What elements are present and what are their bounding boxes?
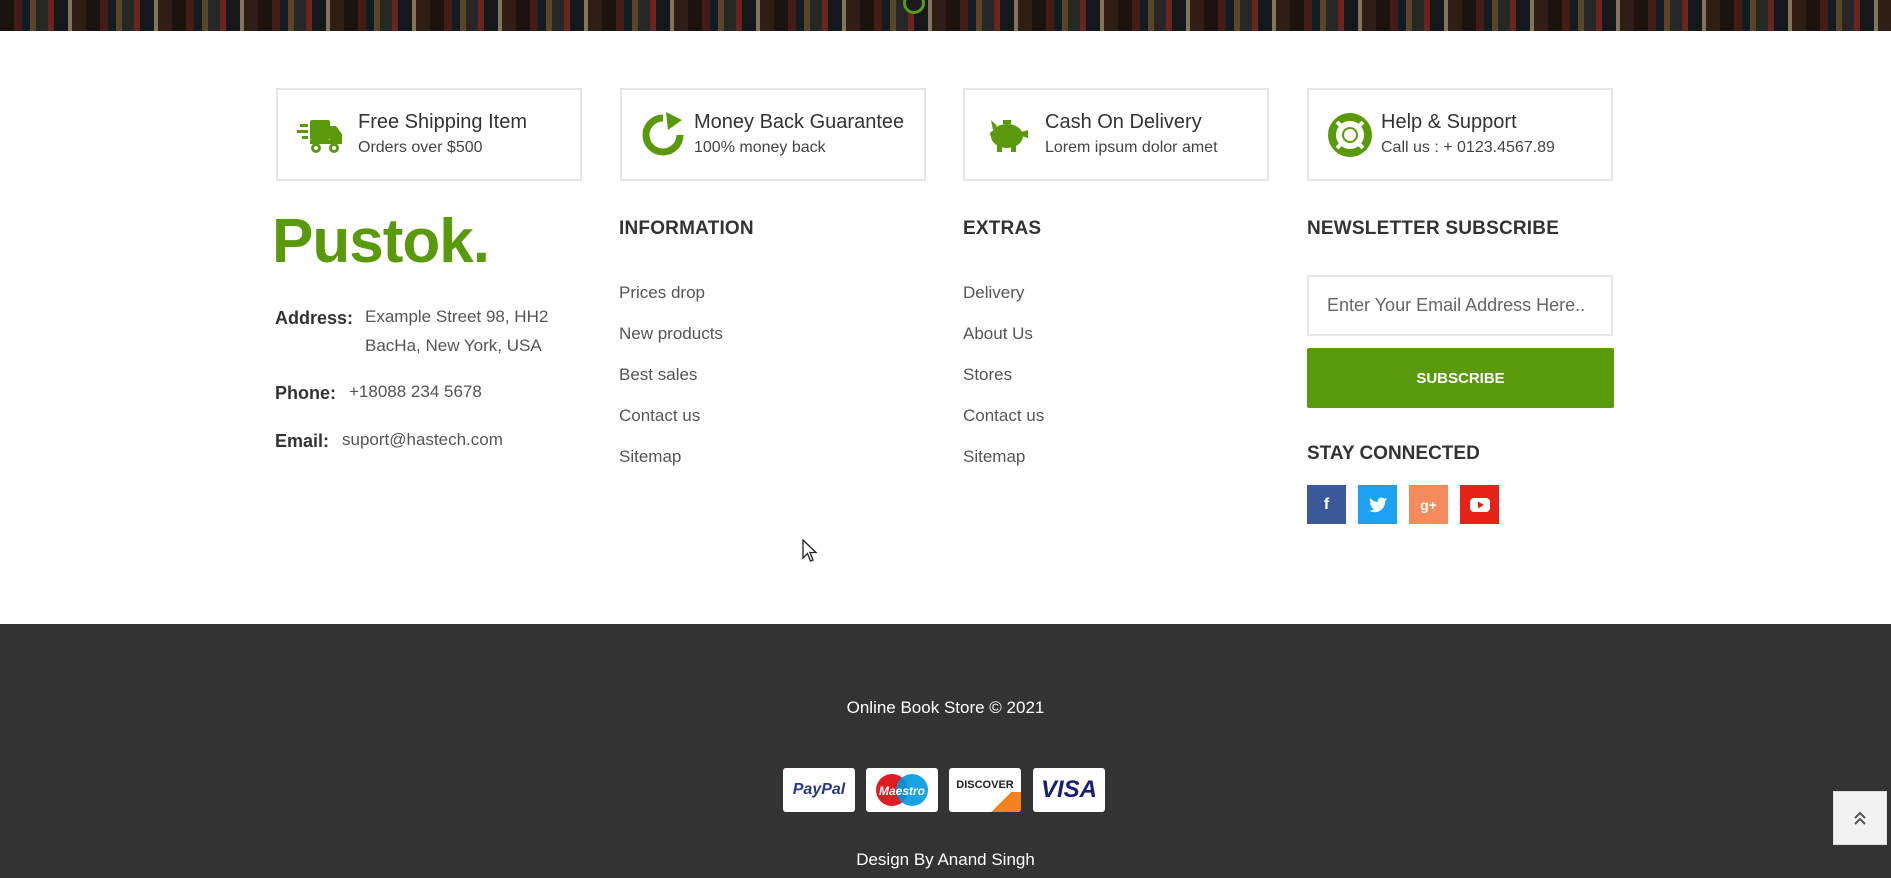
feature-title: Cash On Delivery	[1045, 111, 1202, 133]
information-links: Prices drop New products Best sales Cont…	[619, 283, 723, 488]
link-sitemap[interactable]: Sitemap	[619, 447, 723, 488]
newsletter-heading: NEWSLETTER SUBSCRIBE	[1307, 218, 1560, 239]
mouse-cursor-icon	[802, 539, 818, 562]
scroll-to-top-button[interactable]	[1833, 791, 1887, 845]
link-about-us[interactable]: About Us	[963, 324, 1044, 365]
double-chevron-up-icon	[1854, 811, 1866, 825]
stay-connected-heading: STAY CONNECTED	[1307, 443, 1480, 464]
email-value[interactable]: suport@hastech.com	[342, 425, 503, 454]
feature-money-back: Money Back Guarantee 100% money back	[620, 88, 926, 181]
phone-value: +18088 234 5678	[349, 382, 482, 401]
design-credit: Design By Anand Singh	[856, 850, 1035, 869]
address-label: Address:	[275, 308, 354, 328]
feature-title: Help & Support	[1381, 111, 1517, 133]
site-logo[interactable]: Pustok.	[272, 206, 490, 277]
google-plus-icon[interactable]: g+	[1409, 485, 1448, 524]
feature-subtitle: Call us : + 0123.4567.89	[1381, 139, 1555, 156]
phone-label: Phone:	[275, 383, 336, 403]
feature-free-shipping: Free Shipping Item Orders over $500	[276, 88, 582, 181]
subscribe-button[interactable]: SUBSCRIBE	[1307, 348, 1614, 408]
maestro-logo: Maestro	[866, 768, 938, 812]
discover-text: DISCOVER	[956, 779, 1014, 791]
twitter-icon[interactable]	[1358, 485, 1397, 524]
extras-heading: EXTRAS	[963, 218, 1042, 239]
visa-logo: VISA	[1033, 768, 1105, 812]
copyright-text: Online Book Store © 2021	[846, 698, 1045, 717]
hero-banner-strip	[0, 0, 1891, 31]
link-sitemap[interactable]: Sitemap	[963, 447, 1044, 488]
feature-title: Money Back Guarantee	[694, 111, 905, 133]
link-best-sales[interactable]: Best sales	[619, 365, 723, 406]
feature-subtitle: 100% money back	[694, 139, 826, 156]
link-contact-us[interactable]: Contact us	[963, 406, 1044, 447]
feature-help-support: Help & Support Call us : + 0123.4567.89	[1307, 88, 1613, 181]
address-line-1: Example Street 98, HH2	[365, 307, 549, 326]
link-contact-us[interactable]: Contact us	[619, 406, 723, 447]
newsletter-email-input[interactable]	[1307, 275, 1613, 336]
address-line-2: BacHa, New York, USA	[365, 336, 542, 355]
paypal-text: PayPal	[792, 781, 846, 798]
feature-subtitle: Lorem ipsum dolor amet	[1045, 139, 1218, 156]
visa-text: VISA	[1040, 776, 1097, 803]
hero-overlay	[0, 0, 1891, 31]
facebook-icon[interactable]: f	[1307, 485, 1346, 524]
paypal-logo: PayPal	[783, 768, 855, 812]
link-prices-drop[interactable]: Prices drop	[619, 283, 723, 324]
lifebuoy-icon	[1328, 113, 1372, 157]
extras-links: Delivery About Us Stores Contact us Site…	[963, 283, 1044, 488]
footer-bottom-bar: Online Book Store © 2021 PayPal Maestro …	[0, 624, 1891, 878]
truck-icon	[297, 120, 342, 153]
piggy-bank-icon	[990, 120, 1028, 152]
refresh-icon	[642, 112, 684, 156]
link-delivery[interactable]: Delivery	[963, 283, 1044, 324]
feature-subtitle: Orders over $500	[358, 139, 483, 156]
information-heading: INFORMATION	[619, 218, 754, 239]
email-label: Email:	[275, 431, 330, 451]
feature-cash-on-delivery: Cash On Delivery Lorem ipsum dolor amet	[963, 88, 1269, 181]
link-new-products[interactable]: New products	[619, 324, 723, 365]
feature-title: Free Shipping Item	[358, 111, 527, 133]
youtube-icon[interactable]	[1460, 485, 1499, 524]
link-stores[interactable]: Stores	[963, 365, 1044, 406]
maestro-text: Maestro	[879, 784, 925, 798]
discover-logo: DISCOVER	[949, 768, 1021, 812]
